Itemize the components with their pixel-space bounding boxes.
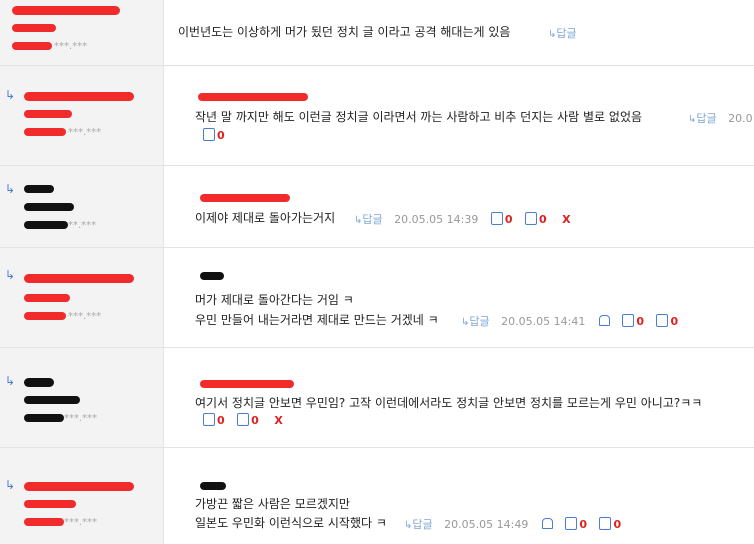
- comment-row: ↳ ***.*** 여기서 정치글 안보면 우민임? 고작 이런데에서라도 정치…: [0, 348, 754, 448]
- ip-address: **.***: [68, 220, 97, 231]
- ip-address: ***.***: [64, 413, 98, 424]
- redacted-mention: [200, 380, 294, 388]
- author-panel: ↳ ***.***: [0, 448, 164, 544]
- redacted-ip: [12, 42, 52, 50]
- redacted-ip: [24, 414, 64, 422]
- downvote-button[interactable]: 0: [237, 413, 259, 427]
- comment-text: 가방끈 짧은 사람은 모르겠지만: [195, 497, 350, 511]
- author-panel: ↳ ***.***: [0, 348, 164, 447]
- redacted-id: [12, 24, 56, 32]
- reply-indent-icon: ↳: [5, 478, 16, 492]
- redacted-id: [24, 396, 80, 404]
- upvote-button[interactable]: 0: [622, 314, 644, 328]
- downvote-button[interactable]: 0: [656, 314, 678, 328]
- reply-button[interactable]: ↳답글: [354, 213, 383, 226]
- thumbs-down-icon: [203, 128, 215, 141]
- ip-address: ***.***: [54, 41, 88, 52]
- comment-text: 이제야 제대로 돌아가는거지: [195, 211, 336, 225]
- author-panel: ↳ ***.***: [0, 248, 164, 347]
- redacted-mention: [200, 194, 290, 202]
- redacted-mention: [200, 272, 224, 280]
- thumbs-down-icon: [656, 314, 669, 327]
- comment-text: 머가 제대로 돌아간다는 거임 ㅋ: [195, 293, 354, 307]
- delete-button[interactable]: X: [274, 414, 282, 427]
- redacted-id: [24, 110, 72, 118]
- thumbs-up-icon: [490, 212, 503, 225]
- redacted-nickname: [24, 274, 134, 283]
- redacted-mention: [198, 93, 308, 101]
- comment-text: 작년 말 까지만 해도 이런글 정치글 이라면서 까는 사람하고 비추 던지는 …: [195, 110, 643, 124]
- thumbs-up-icon: [565, 517, 578, 530]
- ip-address: ***.***: [68, 311, 102, 322]
- comment-row: ↳ ***.*** 가방끈 짧은 사람은 모르겠지만 일본도 우민화 이런식으로…: [0, 448, 754, 544]
- author-panel: ↳ **.***: [0, 166, 164, 247]
- ip-address: ***.***: [64, 517, 98, 528]
- comment-row: ↳ ***.*** 머가 제대로 돌아간다는 거임 ㅋ 우민 만들어 내는거라면…: [0, 248, 754, 348]
- comment-date: 20.05.05 14:49: [444, 518, 529, 531]
- redacted-nickname: [24, 482, 134, 491]
- redacted-id: [24, 500, 76, 508]
- comment-text: 일본도 우민화 이런식으로 시작했다 ㅋ: [195, 516, 387, 530]
- report-icon[interactable]: [598, 315, 610, 326]
- reply-indent-icon: ↳: [5, 374, 16, 388]
- redacted-nickname: [24, 378, 54, 387]
- reply-button[interactable]: ↳답글: [461, 315, 490, 328]
- redacted-ip: [24, 518, 64, 526]
- thumbs-down-icon: [599, 517, 612, 530]
- redacted-id: [24, 294, 70, 302]
- thumbs-down-icon: [524, 212, 537, 225]
- comment-date: 20.0: [728, 112, 753, 125]
- thumbs-up-icon: [203, 413, 215, 426]
- comment-row: ↳ ***.*** 작년 말 까지만 해도 이런글 정치글 이라면서 까는 사람…: [0, 66, 754, 166]
- redacted-id: [24, 203, 74, 211]
- reply-indent-icon: ↳: [5, 182, 16, 196]
- thumbs-up-icon: [622, 314, 635, 327]
- reply-indent-icon: ↳: [5, 88, 16, 102]
- redacted-nickname: [12, 6, 120, 15]
- comment-row: ↳ **.*** 이제야 제대로 돌아가는거지 ↳답글 20.05.05 14:…: [0, 166, 754, 248]
- comment-text: 여기서 정치글 안보면 우민임? 고작 이런데에서라도 정치글 안보면 정치를 …: [195, 396, 703, 410]
- reply-button[interactable]: ↳답글: [548, 27, 577, 40]
- downvote-button[interactable]: 0: [599, 517, 621, 531]
- ip-address: ***.***: [68, 127, 102, 138]
- upvote-button[interactable]: 0: [203, 413, 225, 427]
- reply-button[interactable]: ↳답글: [404, 518, 433, 531]
- upvote-button[interactable]: 0: [565, 517, 587, 531]
- comment-row: ***.*** 이번년도는 이상하게 머가 됬던 정치 글 이라고 공격 해대는…: [0, 0, 754, 66]
- reply-indent-icon: ↳: [5, 268, 16, 282]
- redacted-ip: [24, 221, 68, 229]
- redacted-ip: [24, 128, 66, 136]
- downvote-button[interactable]: 0: [524, 212, 547, 226]
- comment-date: 20.05.05 14:39: [394, 213, 479, 226]
- delete-button[interactable]: X: [562, 213, 570, 226]
- comment-text: 이번년도는 이상하게 머가 됬던 정치 글 이라고 공격 해대는게 있음: [178, 25, 511, 39]
- comment-date: 20.05.05 14:41: [501, 315, 586, 328]
- redacted-mention: [200, 482, 226, 490]
- reply-button[interactable]: ↳답글: [688, 112, 717, 125]
- redacted-ip: [24, 312, 66, 320]
- comment-text: 우민 만들어 내는거라면 제대로 만드는 거겠네 ㅋ: [195, 313, 439, 327]
- redacted-nickname: [24, 92, 134, 101]
- upvote-button[interactable]: 0: [490, 212, 512, 226]
- author-panel: ↳ ***.***: [0, 66, 164, 165]
- downvote-button[interactable]: 0: [203, 128, 225, 142]
- author-panel: ***.***: [0, 0, 164, 65]
- thumbs-down-icon: [237, 413, 250, 426]
- report-icon[interactable]: [541, 518, 553, 529]
- redacted-nickname: [24, 185, 54, 193]
